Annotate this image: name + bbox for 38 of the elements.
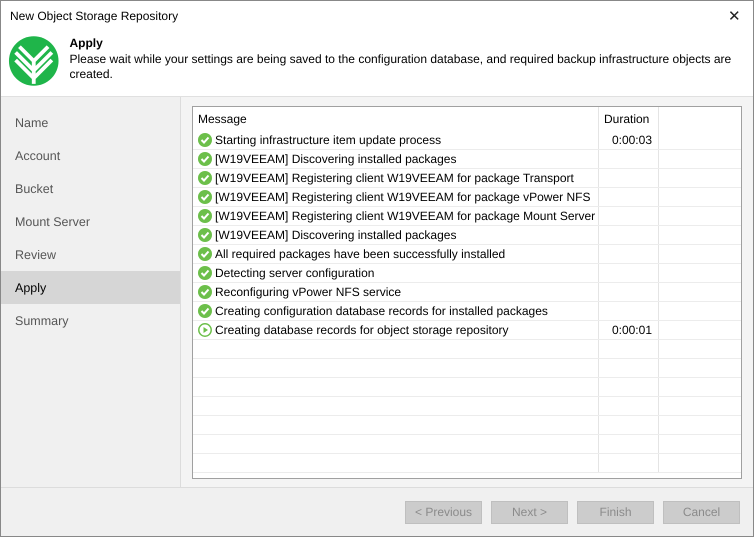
log-message: Starting infrastructure item update process — [215, 133, 442, 147]
success-icon — [198, 285, 212, 299]
wizard-step[interactable]: Review — [1, 238, 180, 271]
log-message: All required packages have been successfully installed — [215, 247, 506, 261]
log-message: Detecting server configuration — [215, 266, 374, 280]
logo-icon — [8, 34, 60, 88]
duration-text: 0:00:01 — [612, 323, 652, 337]
column-header[interactable]: Message — [193, 107, 599, 131]
log-message: [W19VEEAM] Discovering installed packages — [215, 228, 456, 242]
play-icon — [198, 323, 212, 337]
success-icon — [198, 190, 212, 204]
success-icon — [198, 304, 212, 318]
success-icon — [198, 247, 212, 261]
success-icon — [198, 133, 212, 147]
wizard-step[interactable]: Bucket — [1, 172, 180, 205]
success-icon — [198, 228, 212, 242]
success-icon — [198, 266, 212, 280]
column-header[interactable]: Duration — [599, 107, 659, 131]
duration-text: 0:00:03 — [612, 133, 652, 147]
page-description: Please wait while your settings are being saved to the configuration database, and required backup infrastructure objects are created. — [69, 52, 732, 82]
wizard-step[interactable]: Summary — [1, 304, 180, 337]
close-button[interactable]: ✕ — [724, 7, 745, 25]
success-icon — [198, 209, 212, 223]
success-icon — [198, 152, 212, 166]
log-message: [W19VEEAM] Registering client W19VEEAM for package Transport — [215, 171, 574, 185]
wizard-step[interactable]: Mount Server — [1, 205, 180, 238]
wizard-step[interactable]: Name — [1, 106, 180, 139]
wizard-step[interactable]: Account — [1, 139, 180, 172]
log-message: [W19VEEAM] Registering client W19VEEAM for package Mount Server — [215, 209, 596, 223]
log-message: Creating database records for object storage repository — [215, 323, 508, 337]
window-title: New Object Storage Repository — [10, 9, 178, 23]
log-message: Reconfiguring vPower NFS service — [215, 285, 402, 299]
log-message: [W19VEEAM] Discovering installed packages — [215, 152, 456, 166]
log-message: [W19VEEAM] Registering client W19VEEAM for package vPower NFS — [215, 190, 590, 204]
wizard-step[interactable]: Apply — [1, 271, 180, 304]
log-message: Creating configuration database records for installed packages — [215, 304, 548, 318]
page-title: Apply — [69, 36, 104, 50]
success-icon — [198, 171, 212, 185]
